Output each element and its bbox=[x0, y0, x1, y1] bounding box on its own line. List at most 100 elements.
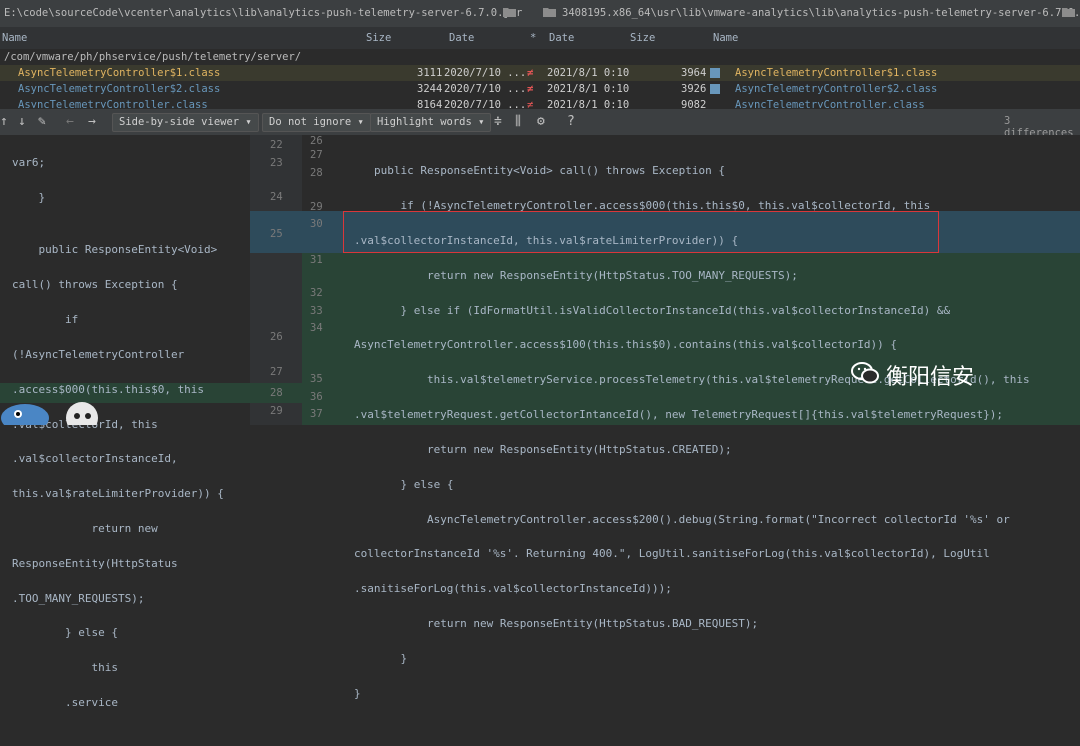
class-file-icon bbox=[710, 68, 720, 78]
highlight-dropdown[interactable]: Highlight words ▾ bbox=[370, 113, 492, 132]
viewer-label: Side-by-side viewer bbox=[119, 116, 240, 128]
file-size-right: 3926 bbox=[681, 83, 707, 95]
code-line: if bbox=[12, 313, 79, 327]
file-date-left: 2020/7/10 ... bbox=[444, 67, 527, 79]
mascot-image bbox=[1, 402, 98, 425]
right-line-number: 28 bbox=[310, 167, 323, 179]
code-line: AsyncTelemetryController.access$100(this… bbox=[354, 338, 898, 352]
code-line: public ResponseEntity<Void> call() throw… bbox=[374, 164, 725, 178]
code-line: public ResponseEntity<Void> bbox=[12, 243, 218, 257]
folder-icon[interactable] bbox=[503, 7, 516, 17]
gear-icon[interactable]: ⚙ bbox=[537, 114, 545, 129]
arrow-right-icon[interactable]: → bbox=[88, 114, 96, 129]
table-row[interactable]: AsyncTelemetryController$1.class 3111 20… bbox=[0, 65, 1080, 81]
code-line: .val$collectorInstanceId, bbox=[12, 452, 178, 466]
package-path: /com/vmware/ph/phservice/push/telemetry/… bbox=[4, 51, 302, 63]
code-line: .service bbox=[12, 696, 118, 709]
right-line-number: 29 bbox=[310, 201, 323, 213]
code-line: } bbox=[374, 651, 408, 665]
watermark-text: 衡阳信安 bbox=[886, 365, 975, 390]
file-size-right: 9082 bbox=[681, 99, 707, 108]
diff-icon: ≠ bbox=[527, 67, 534, 79]
left-line-number: 26 bbox=[270, 331, 283, 343]
left-code: var6; } public ResponseEntity<Void> call… bbox=[12, 137, 224, 746]
code-line: this.val$rateLimiterProvider)) { bbox=[12, 487, 224, 501]
code-line: ResponseEntity(HttpStatus bbox=[12, 556, 178, 570]
right-line-number: 32 bbox=[310, 287, 323, 299]
ignore-label: Do not ignore bbox=[269, 116, 352, 128]
column-date-left[interactable]: Date bbox=[449, 32, 474, 44]
file-date-left: 2020/7/10 ... bbox=[444, 83, 527, 95]
code-line: collectorInstanceId '%s'. Returning 400.… bbox=[354, 547, 990, 561]
file-size-left: 3111 bbox=[417, 67, 443, 79]
left-line-number: 27 bbox=[270, 366, 283, 378]
right-line-number: 36 bbox=[310, 391, 323, 403]
arrow-left-icon[interactable]: ← bbox=[66, 114, 74, 129]
right-line-number: 30 bbox=[310, 218, 323, 230]
diff-icon: ≠ bbox=[527, 83, 534, 95]
left-line-number: 29 bbox=[270, 405, 283, 417]
code-line: .TOO_MANY_REQUESTS); bbox=[12, 591, 145, 605]
table-row[interactable]: AsyncTelemetryController$2.class 3244 20… bbox=[0, 81, 1080, 97]
wechat-icon bbox=[851, 362, 879, 384]
left-jar-path[interactable]: E:\code\sourceCode\vcenter\analytics\lib… bbox=[4, 7, 522, 19]
ignore-dropdown[interactable]: Do not ignore ▾ bbox=[262, 113, 371, 132]
code-line: .val$telemetryRequest.getCollectorIntanc… bbox=[354, 408, 1004, 422]
folder-icon[interactable] bbox=[543, 7, 556, 17]
code-line: (!AsyncTelemetryController bbox=[12, 347, 185, 361]
table-row[interactable]: AsyncTelemetryController.class 8164 2020… bbox=[0, 97, 1080, 108]
help-icon[interactable]: ? bbox=[567, 114, 575, 129]
right-line-number: 37 bbox=[310, 408, 323, 420]
line-number-gutter: 22 23 24 25 26 27 28 29 bbox=[250, 135, 302, 425]
code-line: this bbox=[12, 661, 118, 675]
code-line: .val$collectorInstanceId, this.val$rateL… bbox=[354, 234, 739, 248]
code-line: return new bbox=[12, 521, 158, 535]
code-line: call() throws Exception { bbox=[12, 278, 178, 292]
file-date-right: 2021/8/1 0:10 bbox=[547, 99, 630, 108]
right-code: public ResponseEntity<Void> call() throw… bbox=[354, 145, 1030, 737]
file-name-left: AsyncTelemetryController.class bbox=[18, 99, 208, 108]
path-bar: E:\code\sourceCode\vcenter\analytics\lib… bbox=[0, 0, 1080, 28]
code-line: return new ResponseEntity(HttpStatus.TOO… bbox=[374, 268, 798, 282]
right-line-number: 27 bbox=[310, 149, 323, 161]
viewer-dropdown[interactable]: Side-by-side viewer ▾ bbox=[112, 113, 259, 132]
left-line-number: 24 bbox=[270, 191, 283, 203]
file-name-right: AsyncTelemetryController$1.class bbox=[735, 67, 938, 79]
arrow-up-icon[interactable]: ↑ bbox=[0, 114, 8, 129]
collapse-icon[interactable]: ≑ bbox=[494, 114, 502, 129]
arrow-down-icon[interactable]: ↓ bbox=[18, 114, 26, 129]
left-line-number: 23 bbox=[270, 157, 283, 169]
package-path-row[interactable]: /com/vmware/ph/phservice/push/telemetry/… bbox=[0, 49, 1080, 65]
file-date-left: 2020/7/10 ... bbox=[444, 99, 527, 108]
column-size-left[interactable]: Size bbox=[366, 32, 391, 44]
file-size-right: 3964 bbox=[681, 67, 707, 79]
sync-scroll-icon[interactable]: ⫼ bbox=[515, 114, 521, 129]
folder-icon[interactable] bbox=[1062, 7, 1075, 17]
right-line-number: 31 bbox=[310, 254, 323, 266]
code-line: } else if (IdFormatUtil.isValidCollector… bbox=[374, 303, 951, 317]
right-code-pane[interactable]: 26 27 28 29 30 31 32 33 34 35 36 37 publ… bbox=[302, 135, 1080, 700]
code-line: } else { bbox=[12, 626, 118, 640]
diff-toolbar: ↑ ↓ ✎ ← → Side-by-side viewer ▾ Do not i… bbox=[0, 108, 1080, 139]
column-diff-marker[interactable]: * bbox=[530, 32, 536, 44]
code-line: var6; bbox=[12, 156, 46, 170]
left-line-number: 28 bbox=[270, 387, 283, 399]
file-date-right: 2021/8/1 0:10 bbox=[547, 67, 630, 79]
code-line: } bbox=[12, 191, 46, 205]
file-name-right: AsyncTelemetryController$2.class bbox=[735, 83, 938, 95]
left-line-number: 25 bbox=[270, 228, 283, 240]
column-name-right[interactable]: Name bbox=[713, 32, 738, 44]
code-line: return new ResponseEntity(HttpStatus.CRE… bbox=[374, 442, 732, 456]
column-size-right[interactable]: Size bbox=[630, 32, 655, 44]
diff-icon: ≠ bbox=[527, 99, 534, 108]
right-line-number: 34 bbox=[310, 322, 323, 334]
left-code-pane[interactable]: var6; } public ResponseEntity<Void> call… bbox=[0, 135, 250, 709]
code-line: AsyncTelemetryController.access$200().de… bbox=[374, 512, 1010, 526]
column-name-left[interactable]: Name bbox=[2, 32, 27, 44]
file-size-left: 8164 bbox=[417, 99, 443, 108]
class-file-icon bbox=[710, 84, 720, 94]
highlight-label: Highlight words bbox=[377, 116, 472, 128]
edit-icon[interactable]: ✎ bbox=[38, 114, 46, 129]
right-jar-path[interactable]: 3408195.x86_64\usr\lib\vmware-analytics\… bbox=[562, 7, 1080, 19]
column-date-right[interactable]: Date bbox=[549, 32, 574, 44]
